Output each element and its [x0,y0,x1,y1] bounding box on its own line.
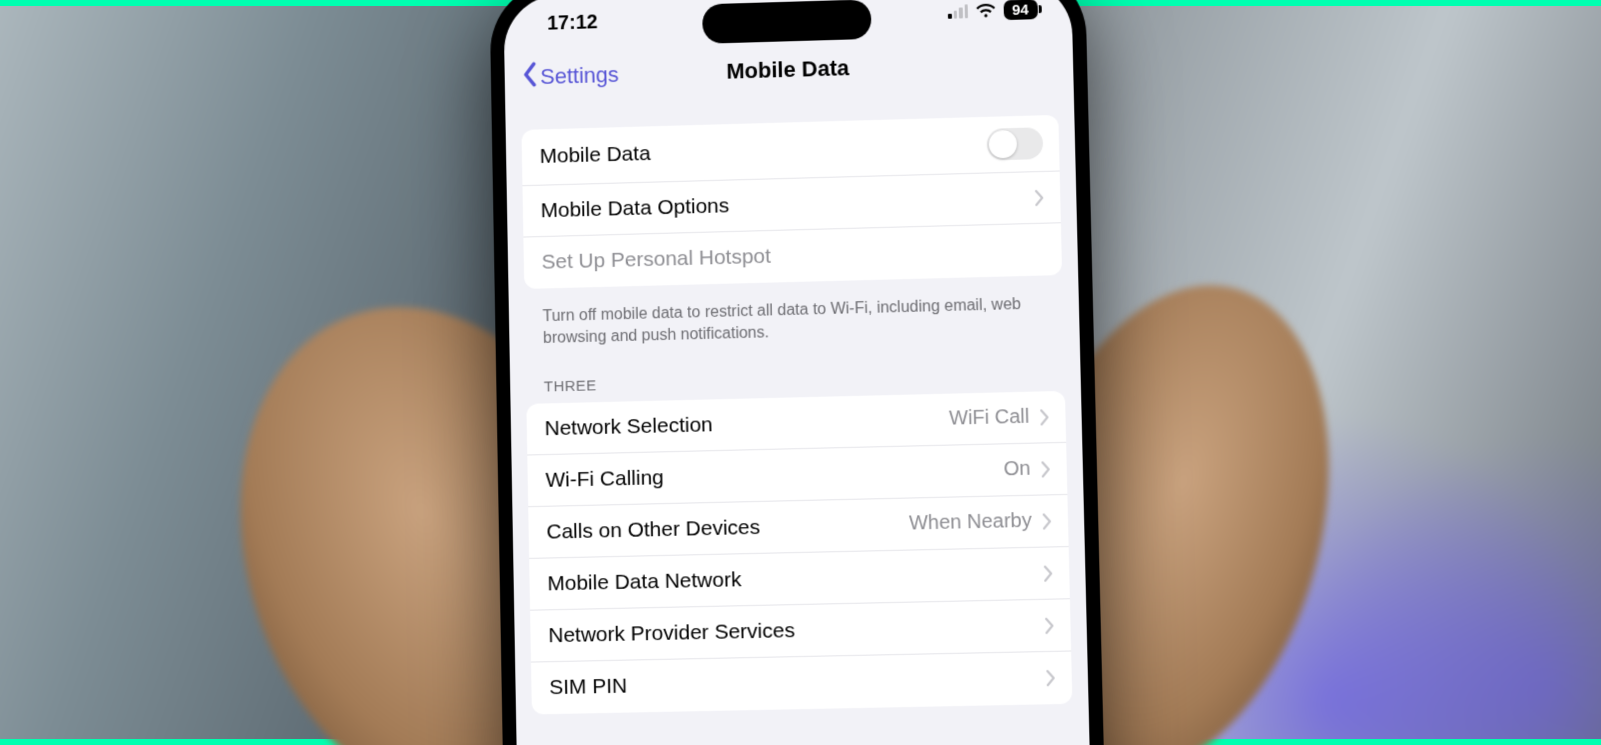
phone-frame: 17:12 94 Settings Mobile Da [489,0,1113,745]
row-label: SIM PIN [549,666,1046,700]
row-label: Mobile Data Network [547,561,1043,596]
row-label: Set Up Personal Hotspot [541,238,1045,275]
chevron-right-icon [1045,669,1056,687]
toggle-knob [989,130,1018,159]
settings-group-mobile-data: Mobile Data Mobile Data Options Set Up P… [521,115,1062,289]
battery-icon: 94 [1004,0,1038,20]
row-label: Mobile Data [539,133,987,169]
mobile-data-toggle[interactable] [987,127,1044,160]
row-label: Network Selection [544,407,949,441]
battery-level: 94 [1012,1,1029,18]
row-sim-pin[interactable]: SIM PIN [531,652,1072,715]
chevron-right-icon [1042,512,1052,530]
phone-screen: 17:12 94 Settings Mobile Da [503,0,1099,745]
row-value: On [1004,458,1031,482]
chevron-right-icon [1040,460,1050,478]
chevron-right-icon [1044,616,1055,634]
cellular-signal-icon [948,4,968,18]
row-label: Network Provider Services [548,614,1044,648]
row-value: When Nearby [909,510,1032,536]
row-label: Wi-Fi Calling [545,458,1004,493]
chevron-right-icon [1034,188,1044,206]
chevron-right-icon [1039,408,1049,426]
status-time: 17:12 [547,11,598,35]
settings-content: Mobile Data Mobile Data Options Set Up P… [505,87,1088,715]
settings-group-carrier: Network Selection WiFi Call Wi-Fi Callin… [526,391,1072,715]
dynamic-island [702,0,872,44]
chevron-left-icon [520,61,538,93]
row-label: Calls on Other Devices [546,512,909,544]
row-label: Mobile Data Options [540,186,1034,223]
wifi-icon [976,3,996,19]
row-value: WiFi Call [949,406,1030,431]
back-label: Settings [540,62,619,90]
chevron-right-icon [1043,564,1053,582]
back-button[interactable]: Settings [520,59,619,93]
